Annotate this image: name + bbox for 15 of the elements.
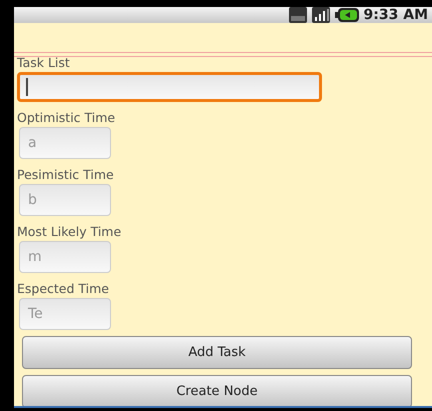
input-field[interactable]: Te [19, 298, 111, 330]
input-field[interactable]: b [19, 184, 111, 216]
input-field[interactable]: m [19, 241, 111, 273]
input-field[interactable] [17, 72, 322, 102]
action-button[interactable]: Create Node [22, 375, 412, 406]
field-label: Most Likely Time [17, 224, 122, 239]
field-label: Pesimistic Time [17, 167, 115, 182]
field-label: Task List [17, 55, 71, 70]
status-time: 9:33 AM [364, 7, 428, 23]
action-button[interactable]: Add Task [22, 336, 412, 369]
battery-icon [334, 8, 359, 22]
input-field[interactable]: a [19, 127, 111, 159]
field-label: Espected Time [17, 281, 110, 296]
signal-icon [312, 7, 330, 23]
field-label: Optimistic Time [17, 110, 116, 125]
